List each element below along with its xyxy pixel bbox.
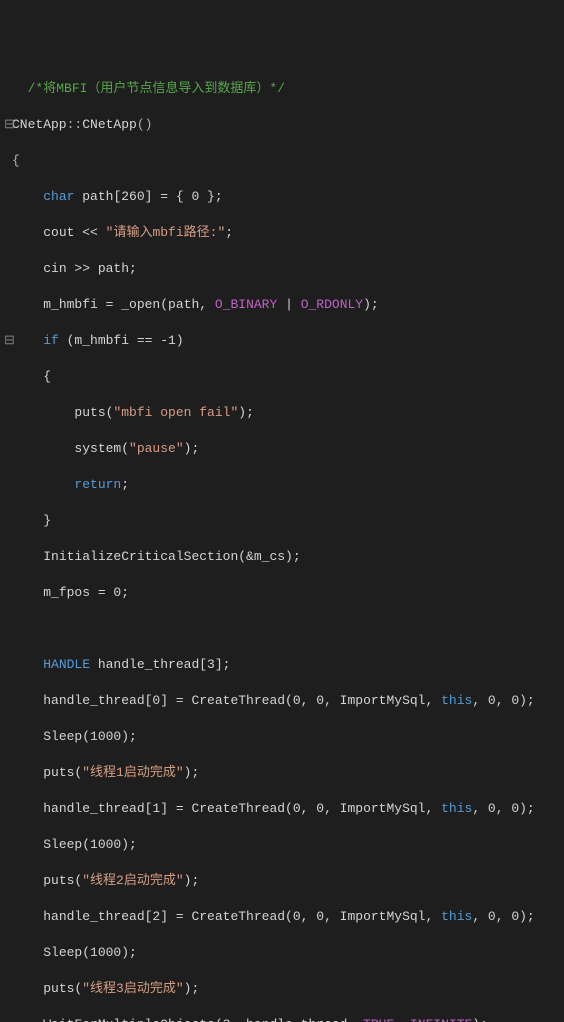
code-line: system("pause"); [4,440,560,458]
code-line: Sleep(1000); [4,944,560,962]
code-line: m_fpos = 0; [4,584,560,602]
code-line: handle_thread[1] = CreateThread(0, 0, Im… [4,800,560,818]
code-line [4,620,560,638]
code-line: puts("mbfi open fail"); [4,404,560,422]
code-line: Sleep(1000); [4,728,560,746]
code-line: cin >> path; [4,260,560,278]
code-editor[interactable]: /*将MBFI（用户节点信息导入到数据库）*/ ⊟CNetApp::CNetAp… [0,60,564,1022]
code-line: handle_thread[0] = CreateThread(0, 0, Im… [4,692,560,710]
code-line: ⊟ if (m_hmbfi == -1) [4,332,560,350]
code-line: cout << "请输入mbfi路径:"; [4,224,560,242]
code-line: return; [4,476,560,494]
code-line: { [4,368,560,386]
code-line: InitializeCriticalSection(&m_cs); [4,548,560,566]
code-line: WaitForMultipleObjects(3, handle_thread,… [4,1016,560,1022]
code-line: /*将MBFI（用户节点信息导入到数据库）*/ [4,80,560,98]
comment: /*将MBFI（用户节点信息导入到数据库）*/ [28,81,285,96]
code-line: puts("线程3启动完成"); [4,980,560,998]
code-line: m_hmbfi = _open(path, O_BINARY | O_RDONL… [4,296,560,314]
code-line: { [4,152,560,170]
code-line: Sleep(1000); [4,836,560,854]
code-line: puts("线程1启动完成"); [4,764,560,782]
code-line: ⊟CNetApp::CNetApp() [4,116,560,134]
fold-toggle[interactable]: ⊟ [4,332,12,350]
code-line: } [4,512,560,530]
code-line: handle_thread[2] = CreateThread(0, 0, Im… [4,908,560,926]
code-line: char path[260] = { 0 }; [4,188,560,206]
code-line: puts("线程2启动完成"); [4,872,560,890]
code-line: HANDLE handle_thread[3]; [4,656,560,674]
fold-toggle[interactable]: ⊟ [4,116,12,134]
